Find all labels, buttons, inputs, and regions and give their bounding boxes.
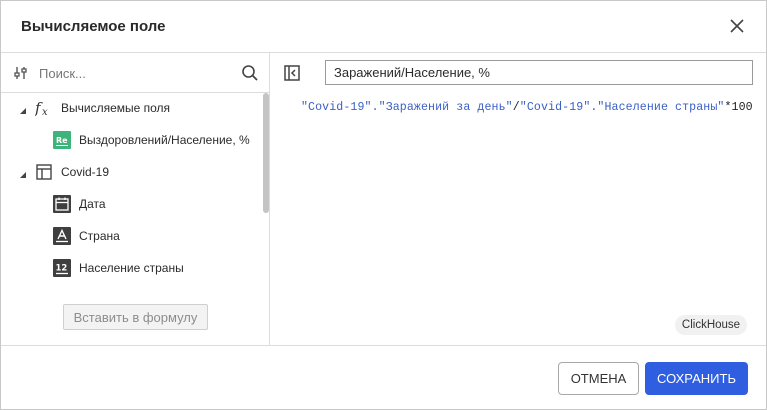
calculated-field-dialog: Вычисляемое поле Поиск... f x Вычисляемы… [0,0,767,410]
search-bar [1,53,269,93]
calculated-field-icon: Re [53,131,71,149]
formula-field-ref: "Covid-19"."Население страны" [519,101,725,114]
tree-label: Дата [79,197,106,211]
text-field-icon [53,227,71,245]
tree-group-covid[interactable]: Covid-19 [19,157,109,187]
fields-panel: f x Вычисляемые поля Re Выздоровлений/На… [1,53,270,345]
formula-operator: *100 [724,101,753,114]
caret-expanded-icon[interactable] [19,168,27,178]
filter-icon[interactable] [14,65,28,81]
search-icon[interactable] [241,64,259,82]
collapse-panel-icon[interactable] [283,64,301,82]
insert-into-formula-button[interactable]: Вставить в формулу [63,304,208,330]
tree-label: Население страны [79,261,184,275]
save-button[interactable]: СОХРАНИТЬ [645,362,748,395]
formula-operator: / [512,101,520,114]
tree-item-date[interactable]: Дата [53,189,106,219]
table-icon [35,163,53,181]
close-icon[interactable] [728,17,746,35]
formula-field-ref: "Covid-19"."Заражений за день" [301,101,513,114]
tree-item-calculated-field[interactable]: Re Выздоровлений/Население, % [53,125,250,155]
field-name-input[interactable]: Заражений/Население, % [325,60,753,85]
number-field-icon: 12 [53,259,71,277]
function-icon: f x [35,99,53,117]
tree-label: Страна [79,229,120,243]
tree-label: Вычисляемые поля [61,101,171,115]
fields-tree: f x Вычисляемые поля Re Выздоровлений/На… [1,93,261,293]
database-badge: ClickHouse [675,315,747,335]
svg-text:Re: Re [56,136,68,145]
formula-panel: Заражений/Население, % "Covid-19"."Зараж… [271,53,766,345]
dialog-title: Вычисляемое поле [21,18,166,35]
tree-item-country[interactable]: Страна [53,221,120,251]
dialog-header: Вычисляемое поле [1,1,766,53]
cancel-button[interactable]: ОТМЕНА [558,362,639,395]
svg-text:12: 12 [56,264,68,274]
formula-editor[interactable]: "Covid-19"."Заражений за день"/"Covid-19… [301,101,753,114]
svg-text:x: x [42,107,48,117]
search-input[interactable] [39,62,229,84]
tree-scrollbar[interactable] [263,93,269,213]
tree-item-population[interactable]: 12 Население страны [53,253,184,283]
tree-label: Covid-19 [61,165,110,179]
dialog-footer: ОТМЕНА СОХРАНИТЬ [1,345,766,409]
caret-expanded-icon[interactable] [19,104,27,114]
tree-group-calculated[interactable]: f x Вычисляемые поля [19,93,170,123]
tree-label: Выздоровлений/Население, % [79,133,250,147]
date-icon [53,195,71,213]
